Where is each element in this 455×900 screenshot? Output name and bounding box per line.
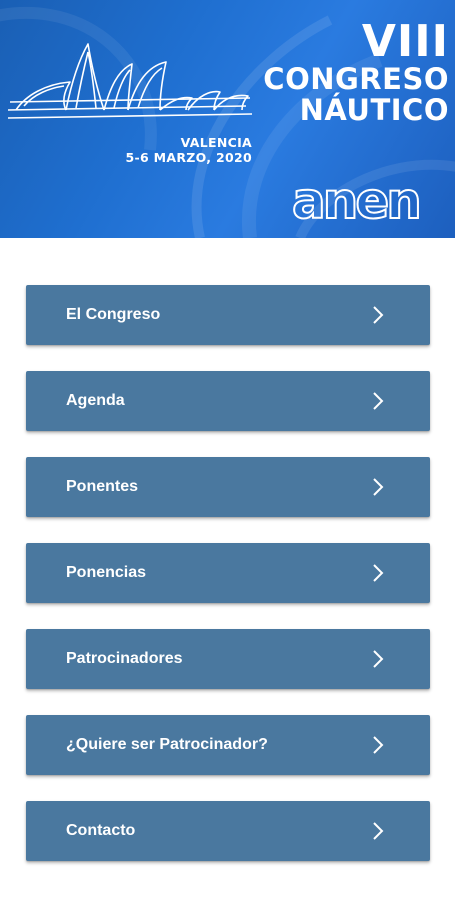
congress-banner: VALENCIA 5-6 MARZO, 2020 VIII CONGRESO N… [0, 0, 455, 238]
menu-item-label: Patrocinadores [66, 650, 183, 667]
menu-item-agenda[interactable]: Agenda [26, 371, 430, 431]
menu-item-ponencias[interactable]: Ponencias [26, 543, 430, 603]
menu-item-label: Ponentes [66, 478, 139, 495]
menu-item-contacto[interactable]: Contacto [26, 801, 430, 861]
congress-title-line-1: CONGRESO [263, 62, 449, 96]
menu-item-label: Agenda [66, 392, 125, 409]
event-dates: 5-6 MARZO, 2020 [125, 150, 252, 165]
event-city: VALENCIA [180, 135, 252, 150]
menu-item-label: ¿Quiere ser Patrocinador? [66, 736, 268, 753]
congress-title: VIII CONGRESO NÁUTICO [249, 20, 449, 126]
anen-logo: anen [291, 172, 423, 230]
main-menu: El Congreso Agenda Ponentes Ponencias Pa… [26, 285, 430, 887]
menu-item-el-congreso[interactable]: El Congreso [26, 285, 430, 345]
app-screen: VALENCIA 5-6 MARZO, 2020 VIII CONGRESO N… [0, 0, 455, 900]
chevron-right-icon [373, 478, 384, 496]
chevron-right-icon [373, 650, 384, 668]
chevron-right-icon [373, 392, 384, 410]
menu-item-ponentes[interactable]: Ponentes [26, 457, 430, 517]
menu-item-label: Contacto [66, 822, 136, 839]
event-location-dates: VALENCIA 5-6 MARZO, 2020 [120, 135, 252, 165]
congress-edition: VIII [361, 16, 449, 67]
menu-item-label: Ponencias [66, 564, 147, 581]
chevron-right-icon [373, 306, 384, 324]
menu-item-patrocinadores[interactable]: Patrocinadores [26, 629, 430, 689]
menu-item-label: El Congreso [66, 306, 161, 323]
chevron-right-icon [373, 822, 384, 840]
menu-item-quiere-ser-patrocinador[interactable]: ¿Quiere ser Patrocinador? [26, 715, 430, 775]
chevron-right-icon [373, 564, 384, 582]
chevron-right-icon [373, 736, 384, 754]
congress-title-line-2: NÁUTICO [299, 93, 449, 127]
valencia-skyline-logo [7, 43, 253, 119]
